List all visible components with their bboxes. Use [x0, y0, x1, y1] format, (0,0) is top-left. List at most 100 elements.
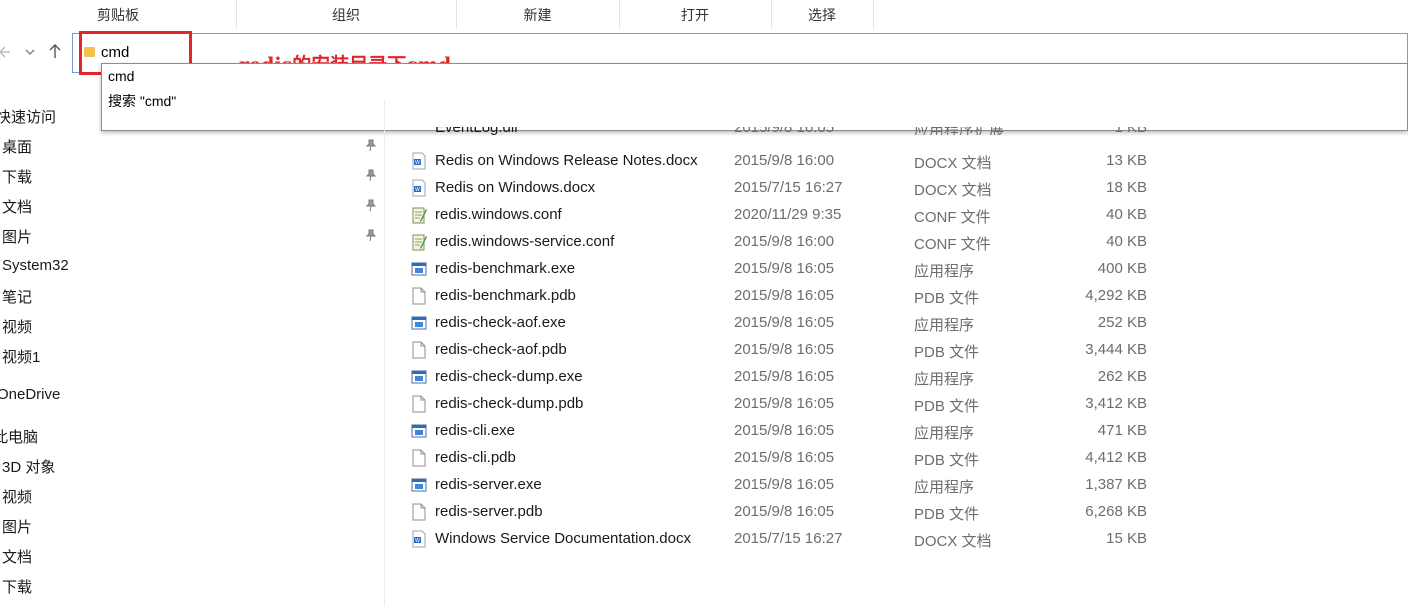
file-row[interactable]: redis.windows.conf 2020/11/29 9:35 CONF 文件… [408, 202, 1168, 229]
file-name: redis.windows.conf [435, 206, 562, 223]
pin-icon[interactable] [364, 228, 378, 242]
file-size: 471 KB [1097, 422, 1147, 439]
navigation-pane: 快速访问 桌面 下载 文档 图片 System32 笔记 视频 视频1 OneD… [0, 100, 385, 606]
file-type: PDB 文件 [914, 344, 980, 361]
ribbon-group-organize[interactable]: 组织 [236, 0, 457, 29]
file-icon [411, 341, 427, 359]
sidebar-item-notes[interactable]: 笔记 [2, 286, 32, 307]
file-size: 1,387 KB [1085, 476, 1147, 493]
file-name: redis-check-dump.pdb [435, 395, 584, 412]
file-date: 2020/11/29 9:35 [734, 206, 842, 223]
file-row[interactable]: W Windows Service Documentation.docx 2015/… [408, 526, 1168, 553]
file-date: 2015/7/15 16:27 [734, 530, 843, 547]
file-size: 15 KB [1106, 530, 1147, 547]
sidebar-item-pc-videos[interactable]: 视频 [2, 486, 32, 507]
file-row[interactable]: redis-benchmark.exe 2015/9/8 16:05 应用程序 400… [408, 256, 1168, 283]
file-name: redis-benchmark.exe [435, 260, 576, 277]
file-date: 2015/9/8 16:05 [734, 341, 835, 358]
file-name: redis-cli.exe [435, 422, 516, 439]
file-date: 2015/9/8 16:05 [734, 503, 835, 520]
pin-icon[interactable] [364, 198, 378, 212]
file-row[interactable]: redis-server.exe 2015/9/8 16:05 应用程序 1,387 … [408, 472, 1168, 499]
file-name: redis-server.exe [435, 476, 542, 493]
file-size: 262 KB [1097, 368, 1147, 385]
docx-icon: W [411, 179, 427, 197]
file-type: 应用程序 [914, 263, 975, 280]
file-size: 1 KB [1048, 127, 1147, 135]
sidebar-item-pc-pictures[interactable]: 图片 [2, 516, 32, 537]
file-name: redis-check-dump.exe [435, 368, 583, 385]
file-type: DOCX 文档 [914, 533, 992, 550]
file-size: 3,412 KB [1085, 395, 1147, 412]
file-icon [411, 449, 427, 467]
svg-text:W: W [415, 160, 420, 166]
sidebar-item-desktop[interactable]: 桌面 [2, 136, 32, 157]
file-row[interactable]: redis-cli.exe 2015/9/8 16:05 应用程序 471 KB [408, 418, 1168, 445]
sidebar-item-pc-downloads[interactable]: 下载 [2, 576, 32, 597]
autocomplete-item-cmd[interactable]: cmd [108, 68, 134, 84]
sidebar-item-system32[interactable]: System32 [2, 257, 69, 274]
sidebar-item-onedrive[interactable]: OneDrive [0, 386, 60, 403]
conf-icon [411, 206, 427, 224]
file-size: 40 KB [1106, 233, 1147, 250]
file-row[interactable]: redis-check-dump.exe 2015/9/8 16:05 应用程序 26… [408, 364, 1168, 391]
back-button[interactable] [0, 43, 14, 65]
file-type: DOCX 文档 [914, 182, 992, 199]
file-size: 18 KB [1106, 179, 1147, 196]
svg-text:W: W [415, 538, 420, 544]
file-name: Redis on Windows Release Notes.docx [435, 152, 698, 169]
file-type: 应用程序扩展 [914, 127, 1004, 135]
file-row[interactable]: redis-server.pdb 2015/9/8 16:05 PDB 文件 6,26… [408, 499, 1168, 526]
sidebar-item-quick-access[interactable]: 快速访问 [0, 106, 56, 127]
file-type: PDB 文件 [914, 398, 980, 415]
file-icon [411, 395, 427, 413]
exe-icon [411, 314, 427, 332]
file-date: 2015/9/8 16:05 [734, 395, 835, 412]
sidebar-item-downloads[interactable]: 下载 [2, 166, 32, 187]
pin-icon[interactable] [364, 138, 378, 152]
arrow-up-icon [49, 44, 61, 58]
sidebar-item-documents[interactable]: 文档 [2, 196, 32, 217]
file-size: 13 KB [1106, 152, 1147, 169]
docx-icon: W [411, 152, 427, 170]
file-row[interactable]: redis-benchmark.pdb 2015/9/8 16:05 PDB 文件 4… [408, 283, 1168, 310]
sidebar-item-this-pc[interactable]: 此电脑 [0, 426, 38, 447]
file-type: CONF 文件 [914, 236, 991, 253]
ribbon-group-clipboard[interactable]: 剪贴板 [0, 0, 237, 29]
file-size: 4,412 KB [1085, 449, 1147, 466]
file-row[interactable]: redis-check-aof.exe 2015/9/8 16:05 应用程序 252… [408, 310, 1168, 337]
file-row[interactable]: redis-check-aof.pdb 2015/9/8 16:05 PDB 文件 3… [408, 337, 1168, 364]
pin-icon[interactable] [364, 168, 378, 182]
file-row-partial[interactable]: EventLog.dll 2015/9/8 16:05 应用程序扩展 1 KB [408, 127, 1168, 135]
file-size: 252 KB [1097, 314, 1147, 331]
sidebar-item-pc-documents[interactable]: 文档 [2, 546, 32, 567]
ribbon-group-new[interactable]: 新建 [456, 0, 620, 29]
ribbon-group-select[interactable]: 选择 [771, 0, 874, 29]
conf-icon [411, 233, 427, 251]
file-type: PDB 文件 [914, 506, 980, 523]
file-size: 40 KB [1106, 206, 1147, 223]
sidebar-item-videos1[interactable]: 视频1 [2, 346, 40, 367]
file-row[interactable]: redis-cli.pdb 2015/9/8 16:05 PDB 文件 4,412 K… [408, 445, 1168, 472]
ribbon: 剪贴板 组织 新建 打开 选择 [0, 0, 1408, 30]
exe-icon [411, 260, 427, 278]
file-name: redis-cli.pdb [435, 449, 516, 466]
file-name: Redis on Windows.docx [435, 179, 596, 196]
sidebar-item-3d-objects[interactable]: 3D 对象 [2, 456, 55, 477]
exe-icon [411, 422, 427, 440]
recent-locations-button[interactable] [20, 43, 40, 65]
file-size: 3,444 KB [1085, 341, 1147, 358]
file-row[interactable]: redis.windows-service.conf 2015/9/8 16:00… [408, 229, 1168, 256]
ribbon-group-open[interactable]: 打开 [619, 0, 772, 29]
chevron-down-icon [25, 49, 35, 55]
up-button[interactable] [45, 43, 65, 65]
file-date: 2015/9/8 16:05 [734, 476, 835, 493]
svg-text:W: W [415, 187, 420, 193]
sidebar-item-videos[interactable]: 视频 [2, 316, 32, 337]
file-row[interactable]: redis-check-dump.pdb 2015/9/8 16:05 PDB 文件… [408, 391, 1168, 418]
file-type: PDB 文件 [914, 290, 980, 307]
file-type: CONF 文件 [914, 209, 991, 226]
file-row[interactable]: W Redis on Windows.docx 2015/7/15 16:27 DOC… [408, 175, 1168, 202]
file-row[interactable]: W Redis on Windows Release Notes.docx 2015… [408, 148, 1168, 175]
sidebar-item-pictures[interactable]: 图片 [2, 226, 32, 247]
